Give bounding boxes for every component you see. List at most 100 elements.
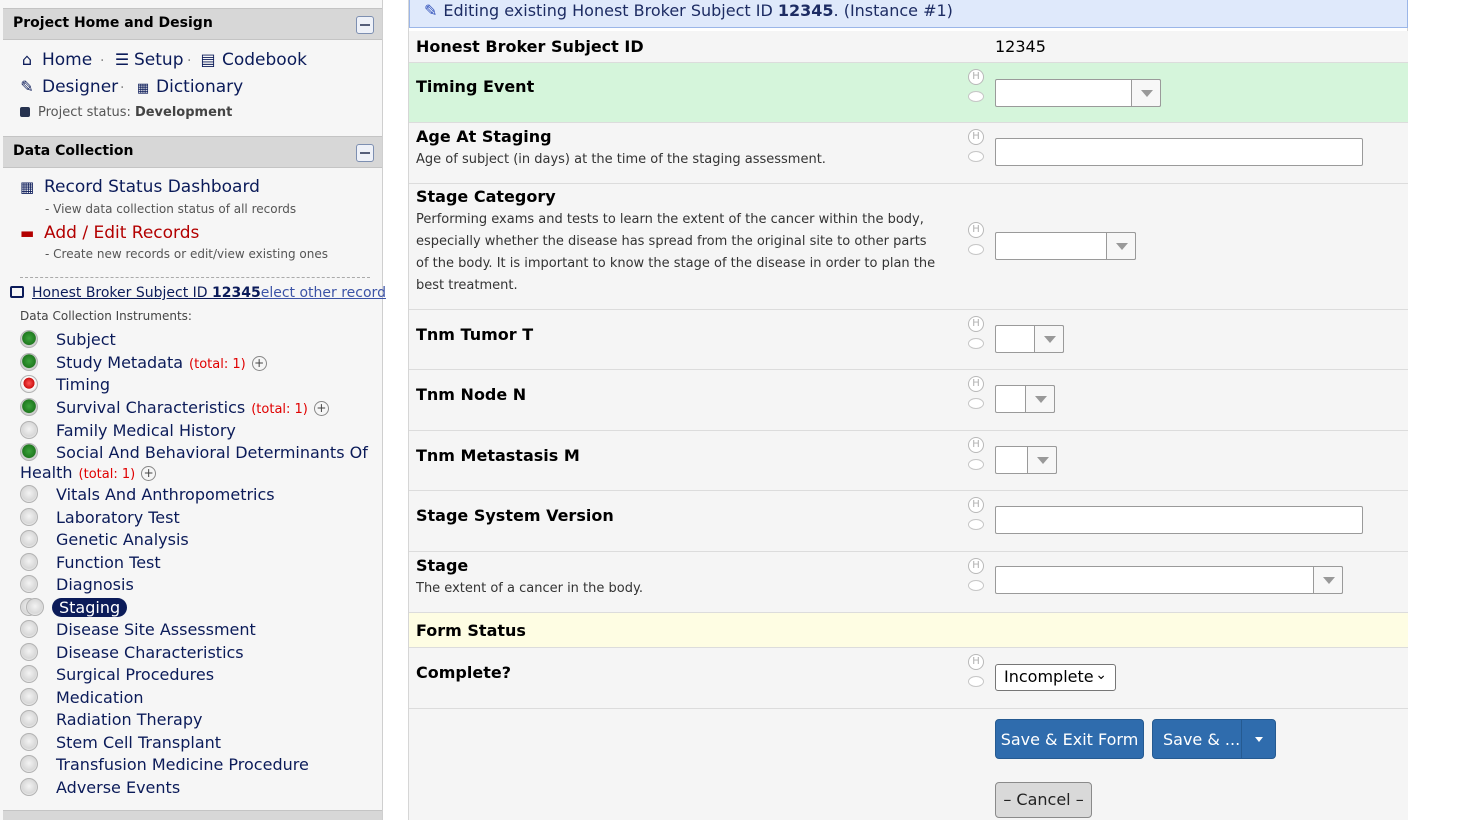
instrument-function-test[interactable]: Function Test [20,552,161,574]
history-icon[interactable]: H [968,69,984,85]
setup-link[interactable]: ☰ Setup [114,50,184,70]
instrument-family-medical-history[interactable]: Family Medical History [20,420,236,442]
collapse-project-menu-button[interactable] [356,16,374,34]
instrument-disease-site-assessment[interactable]: Disease Site Assessment [20,619,256,641]
instrument-transfusion[interactable]: Transfusion Medicine Procedure [20,754,309,776]
instrument-social-behavioral[interactable]: Social And Behavioral Determinants Of [20,442,368,464]
age-at-staging-input[interactable] [995,138,1363,166]
comment-icon[interactable] [968,519,984,530]
instrument-vitals[interactable]: Vitals And Anthropometrics [20,484,275,506]
designer-label: Designer [42,77,119,97]
history-icon[interactable]: H [968,376,984,392]
save-options-button[interactable]: Save & ... [1152,719,1276,759]
stage-dropdown[interactable] [995,566,1343,594]
codebook-link[interactable]: ▤ Codebook [200,50,307,70]
add-instance-button[interactable]: + [141,466,157,481]
home-link[interactable]: ⌂ Home [18,50,92,70]
instrument-label: Laboratory Test [56,508,180,527]
designer-link[interactable]: ✎ Designer [18,77,118,97]
record-status-dashboard-link[interactable]: ▦ Record Status Dashboard [20,177,260,197]
instrument-subject[interactable]: Subject [20,329,116,351]
status-empty-icon[interactable] [20,421,38,439]
history-icon[interactable]: H [968,497,984,513]
comment-icon[interactable] [968,676,984,687]
status-empty-icon[interactable] [20,508,38,526]
status-complete-icon[interactable] [20,443,38,461]
status-empty-icon[interactable] [20,755,38,773]
record-status-desc: - View data collection status of all rec… [45,202,297,216]
comment-icon[interactable] [968,151,984,162]
status-empty-icon[interactable] [20,530,38,548]
dictionary-label: Dictionary [156,77,244,97]
instrument-study-metadata[interactable]: Study Metadata (total: 1) + [20,352,267,376]
comment-icon[interactable] [968,91,984,102]
status-incomplete-icon[interactable] [20,375,38,393]
instrument-stem-cell-transplant[interactable]: Stem Cell Transplant [20,732,221,754]
save-exit-form-button[interactable]: Save & Exit Form [995,719,1144,759]
chevron-down-icon[interactable] [1131,79,1161,107]
history-icon[interactable]: H [968,437,984,453]
status-empty-icon[interactable] [20,553,38,571]
chevron-down-icon[interactable] [1025,385,1055,413]
comment-icon[interactable] [968,244,984,255]
current-record-link[interactable]: Honest Broker Subject ID 12345 [32,285,261,301]
complete-status-select[interactable]: Incomplete ⌄ [995,664,1116,691]
status-empty-icon[interactable] [20,643,38,661]
chevron-down-icon[interactable] [1034,325,1064,353]
add-instance-button[interactable]: + [313,401,329,416]
add-instance-button[interactable]: + [251,356,267,371]
instrument-label: Genetic Analysis [56,530,189,549]
history-icon[interactable]: H [968,316,984,332]
comment-icon[interactable] [968,398,984,409]
tnm-tumor-dropdown[interactable] [995,325,1064,353]
instrument-radiation-therapy[interactable]: Radiation Therapy [20,709,202,731]
instrument-adverse-events[interactable]: Adverse Events [20,777,180,799]
status-empty-icon[interactable] [20,778,38,796]
select-other-record-link[interactable]: elect other record [261,285,386,301]
instrument-social-behavioral-cont[interactable]: Health (total: 1) + [20,462,157,486]
instrument-survival-characteristics[interactable]: Survival Characteristics (total: 1) + [20,397,329,421]
instrument-laboratory-test[interactable]: Laboratory Test [20,507,180,529]
cancel-button[interactable]: – Cancel – [995,782,1092,818]
comment-icon[interactable] [968,338,984,349]
comment-icon[interactable] [968,580,984,591]
status-complete-icon[interactable] [20,398,38,416]
history-icon[interactable]: H [968,654,984,670]
chevron-down-icon[interactable] [1106,232,1136,260]
dictionary-link[interactable]: ▦ Dictionary [134,77,243,97]
chevron-down-icon[interactable] [1313,566,1343,594]
instrument-timing[interactable]: Timing [20,374,110,396]
status-complete-icon[interactable] [20,330,38,348]
project-home-header: Project Home and Design [3,8,382,40]
status-empty-icon[interactable] [20,620,38,638]
status-empty-icon[interactable] [20,688,38,706]
comment-icon[interactable] [968,459,984,470]
collapse-data-collection-button[interactable] [356,144,374,162]
status-complete-icon[interactable] [20,353,38,371]
status-empty-icon[interactable] [20,598,48,616]
record-icon [10,286,24,298]
history-icon[interactable]: H [968,558,984,574]
status-empty-icon[interactable] [20,733,38,751]
instrument-genetic-analysis[interactable]: Genetic Analysis [20,529,189,551]
status-empty-icon[interactable] [20,485,38,503]
caret-down-icon[interactable] [1241,720,1275,758]
instrument-surgical-procedures[interactable]: Surgical Procedures [20,664,214,686]
tnm-node-dropdown[interactable] [995,385,1055,413]
instrument-diagnosis[interactable]: Diagnosis [20,574,134,596]
status-empty-icon[interactable] [20,710,38,728]
tnm-metastasis-dropdown[interactable] [995,446,1057,474]
history-icon[interactable]: H [968,222,984,238]
history-icon[interactable]: H [968,129,984,145]
add-edit-records-link[interactable]: ▬ Add / Edit Records [20,223,199,243]
timing-event-dropdown[interactable] [995,79,1161,107]
stage-category-dropdown[interactable] [995,232,1136,260]
stage-system-version-input[interactable] [995,506,1363,534]
instrument-disease-characteristics[interactable]: Disease Characteristics [20,642,244,664]
chevron-down-icon[interactable] [1027,446,1057,474]
status-empty-icon[interactable] [20,665,38,683]
instrument-staging[interactable]: Staging [20,597,128,619]
record-status-dashboard-label: Record Status Dashboard [44,177,260,197]
instrument-medication[interactable]: Medication [20,687,144,709]
status-empty-icon[interactable] [20,575,38,593]
